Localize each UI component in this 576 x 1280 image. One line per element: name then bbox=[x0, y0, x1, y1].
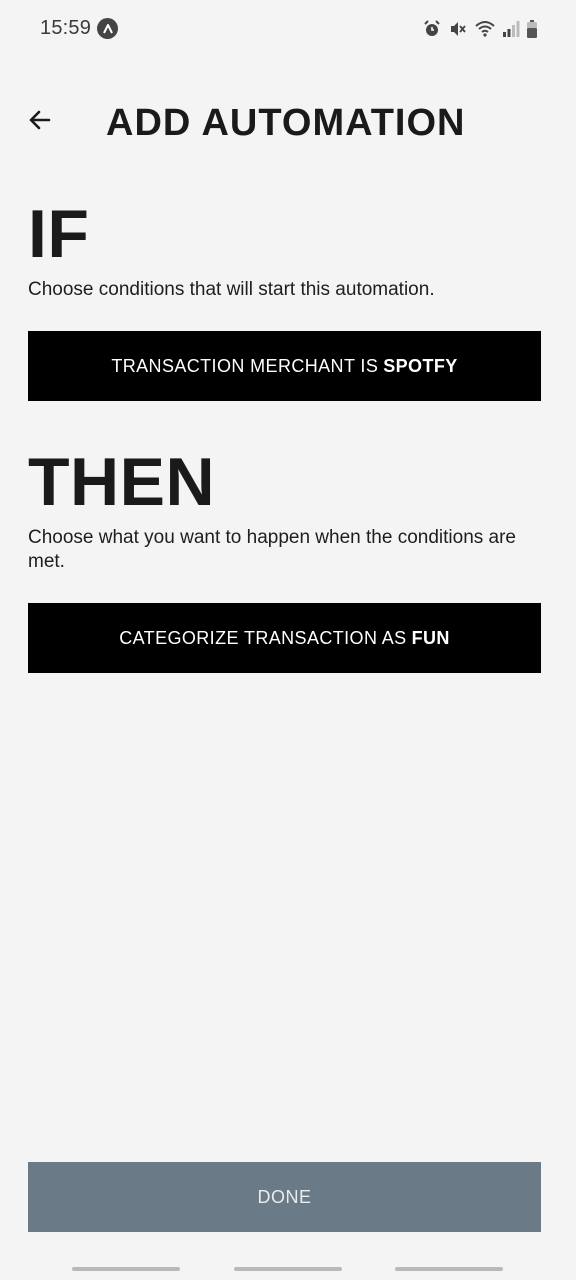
alarm-icon bbox=[422, 19, 442, 39]
action-button[interactable]: CATEGORIZE TRANSACTION AS FUN bbox=[28, 603, 541, 673]
signal-icon bbox=[502, 19, 520, 39]
condition-value: SPOTFY bbox=[383, 355, 458, 376]
if-description: Choose conditions that will start this a… bbox=[28, 279, 435, 300]
arrow-left-icon bbox=[27, 107, 53, 138]
condition-prefix: TRANSACTION MERCHANT IS bbox=[111, 355, 379, 376]
nav-recents-handle[interactable] bbox=[72, 1267, 180, 1271]
mute-icon bbox=[448, 19, 468, 39]
then-description: Choose what you want to happen when the … bbox=[28, 527, 516, 572]
status-bar: 15:59 bbox=[0, 0, 576, 58]
app-header: ADD AUTOMATION bbox=[0, 96, 576, 156]
page-title: ADD AUTOMATION bbox=[106, 102, 466, 144]
condition-button[interactable]: TRANSACTION MERCHANT IS SPOTFY bbox=[28, 331, 541, 401]
status-time: 15:59 bbox=[40, 17, 92, 39]
action-value: FUN bbox=[411, 627, 450, 648]
done-button[interactable]: DONE bbox=[28, 1162, 541, 1232]
wifi-icon bbox=[474, 19, 496, 39]
system-nav-bar bbox=[0, 1256, 576, 1280]
if-heading: IF bbox=[28, 196, 90, 272]
nav-back-handle[interactable] bbox=[395, 1267, 503, 1271]
nav-home-handle[interactable] bbox=[234, 1267, 342, 1271]
add-automation-screen: 15:59 ADD AUTOMATION IF Choose condition… bbox=[0, 0, 576, 1280]
action-prefix: CATEGORIZE TRANSACTION AS bbox=[119, 627, 407, 648]
then-heading: THEN bbox=[28, 444, 216, 520]
app-notification-icon bbox=[97, 18, 118, 39]
back-button[interactable] bbox=[22, 104, 58, 140]
status-icons bbox=[422, 18, 538, 40]
battery-icon bbox=[526, 19, 538, 39]
